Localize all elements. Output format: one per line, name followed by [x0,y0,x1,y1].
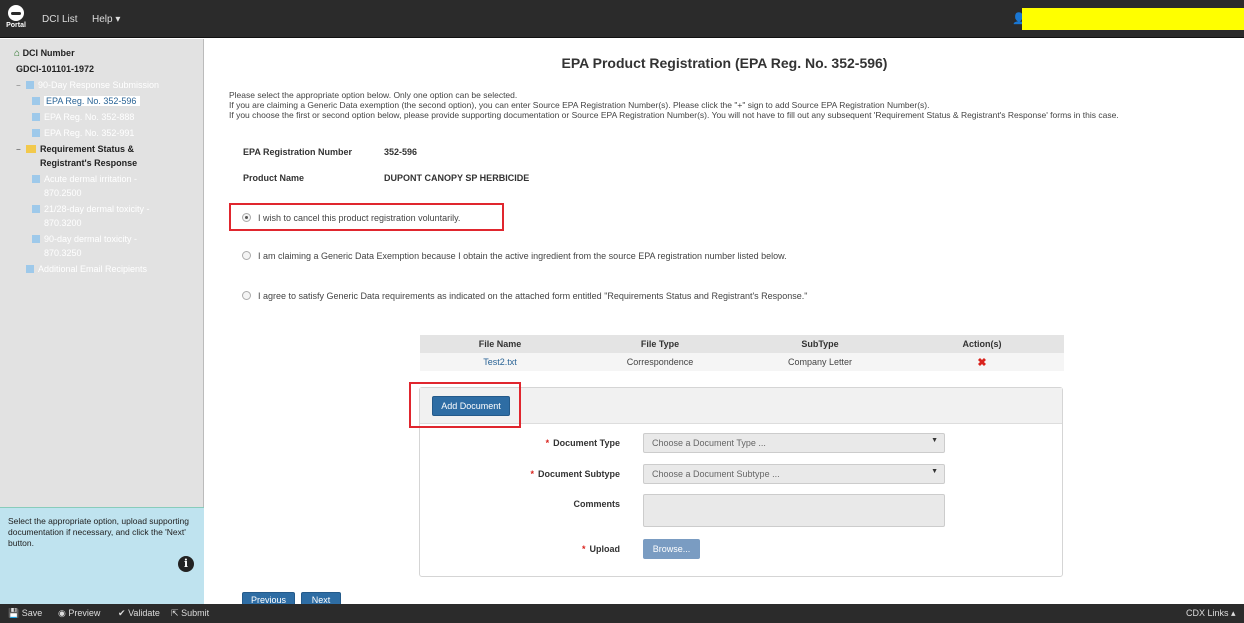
tree-item-acute-dermal-code: 870.2500 [44,188,82,198]
column-header-subtype: SubType [801,339,839,349]
top-navbar: Portal DCI List Help ▾ 👤 [0,0,1244,38]
submit-button[interactable]: ⇱ Submit [171,608,209,619]
tree-item-requirement-status[interactable]: − Requirement Status & [16,143,134,156]
portal-logo-text: Portal [6,22,26,29]
table-header-row: File Name File Type SubType Action(s) [420,335,1064,353]
radio-button[interactable] [242,251,251,260]
nav-dci-list[interactable]: DCI List [42,14,78,25]
tree-item-90-day-dermal[interactable]: 90-day dermal toxicity - [32,233,137,245]
reg-number-value: 352-596 [384,147,418,157]
column-header-actions: Action(s) [962,339,1002,349]
document-type-select[interactable]: Choose a Document Type ... ▼ [643,433,945,453]
help-text: Select the appropriate option, upload su… [8,516,189,548]
cdx-links-menu[interactable]: CDX Links ▴ [1186,608,1236,619]
dropdown-caret-icon: ▼ [931,468,938,475]
instruction-line-1: Please select the appropriate option bel… [229,90,518,100]
comments-textarea[interactable] [643,494,945,527]
comments-label: Comments [573,499,620,509]
tree-root[interactable]: ⌂ DCI Number [14,47,75,60]
bottom-toolbar: 💾 Save ◉ Preview ✔ Validate ⇱ Submit CDX… [0,604,1244,623]
instruction-line-3: If you choose the first or second option… [229,110,1119,120]
files-table: File Name File Type SubType Action(s) Te… [420,335,1064,371]
option-satisfy-generic-data[interactable]: I agree to satisfy Generic Data requirem… [242,291,807,301]
document-icon [32,205,40,213]
radio-button[interactable] [242,291,251,300]
document-icon [26,265,34,273]
folder-icon [26,145,36,153]
main-content: EPA Product Registration (EPA Reg. No. 3… [205,39,1244,606]
file-name-link[interactable]: Test2.txt [483,357,517,367]
file-type-cell: Correspondence [626,357,694,367]
product-name-value: DUPONT CANOPY SP HERBICIDE [384,173,530,183]
tree-item-additional-email[interactable]: Additional Email Recipients [16,263,147,275]
page-title: EPA Product Registration (EPA Reg. No. 3… [561,55,888,71]
validate-button[interactable]: ✔ Validate [118,608,160,619]
browse-button[interactable]: Browse... [643,539,700,559]
tree-item-acute-dermal[interactable]: Acute dermal irritation - [32,173,137,185]
sidebar: ⌂ DCI Number GDCI-101101-1972 −90-Day Re… [0,39,204,604]
document-icon [26,81,34,89]
document-icon [32,235,40,243]
preview-button[interactable]: ◉ Preview [58,608,100,619]
dropdown-caret-icon: ▼ [931,437,938,444]
save-icon: 💾 [8,608,20,618]
tree-item-90-day-response[interactable]: −90-Day Response Submission [16,79,159,92]
highlight-box-add-document [409,382,521,428]
checkmark-icon: ✔ [118,608,126,618]
option-generic-data-exemption[interactable]: I am claiming a Generic Data Exemption b… [242,251,787,261]
tree-item-352-888[interactable]: EPA Reg. No. 352-888 [32,111,134,123]
collapse-icon[interactable]: − [16,144,26,156]
instruction-line-2: If you are claiming a Generic Data exemp… [229,100,930,110]
tree-item-90-day-dermal-code: 870.3250 [44,248,82,258]
document-subtype-select[interactable]: Choose a Document Subtype ... ▼ [643,464,945,484]
reg-number-label: EPA Registration Number [243,147,353,157]
document-icon [32,129,40,137]
column-header-file-name: File Name [478,339,522,349]
document-icon [32,113,40,121]
tree-item-21-28-day[interactable]: 21/28-day dermal toxicity - [32,203,150,215]
document-icon [32,175,40,183]
radio-button[interactable] [242,213,251,222]
info-icon[interactable]: i [178,556,194,572]
nav-help-menu[interactable]: Help ▾ [92,14,120,25]
column-header-file-type: File Type [640,339,680,349]
option-cancel-registration[interactable]: I wish to cancel this product registrati… [242,213,460,223]
document-type-label: * Document Type [545,438,620,448]
upload-label: * Upload [581,544,620,554]
collapse-icon[interactable]: − [16,80,26,92]
portal-logo-icon [8,5,24,21]
help-panel: Select the appropriate option, upload su… [0,507,204,604]
save-button[interactable]: 💾 Save [8,608,42,619]
product-name-label: Product Name [243,173,305,183]
tree-dci-number: GDCI-101101-1972 [16,64,95,74]
home-icon: ⌂ [14,48,21,59]
share-icon: ⇱ [171,608,179,618]
tree-item-352-596[interactable]: EPA Reg. No. 352-596 [32,95,141,107]
tree-item-21-28-day-code: 870.3200 [44,218,82,228]
portal-logo[interactable]: Portal [6,3,26,35]
tree-item-352-991[interactable]: EPA Reg. No. 352-991 [32,127,134,139]
document-subtype-label: * Document Subtype [530,469,620,479]
table-row: Test2.txt Correspondence Company Letter … [420,353,1064,371]
delete-file-icon[interactable]: ✖ [977,357,986,369]
camera-icon: ◉ [58,608,66,618]
document-icon [32,97,40,105]
user-name-redacted[interactable] [1022,8,1244,30]
tree-item-requirement-status-cont: Registrant's Response [40,158,138,168]
file-subtype-cell: Company Letter [787,357,853,367]
